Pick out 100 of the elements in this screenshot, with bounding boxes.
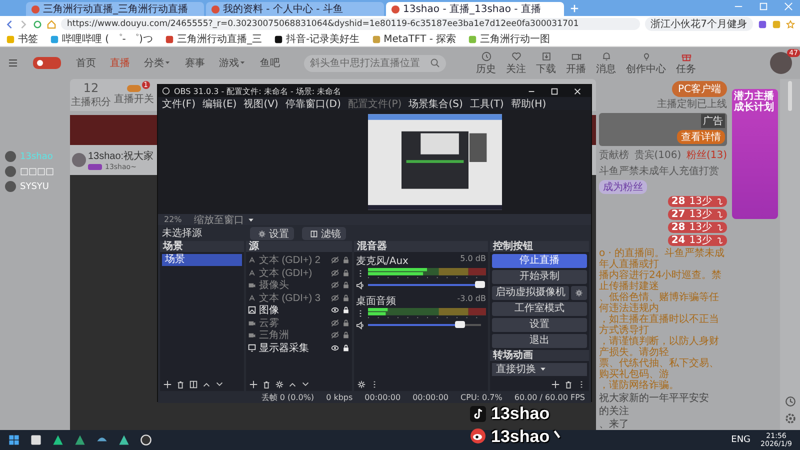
- bookmark[interactable]: MetaTFT - 探索: [372, 32, 456, 46]
- app-icon[interactable]: [30, 434, 42, 446]
- promo-banner[interactable]: 潜力主播成长计划: [732, 89, 778, 219]
- star-icon[interactable]: [786, 20, 795, 28]
- source-item[interactable]: 文本 (GDI+) 2: [248, 254, 350, 266]
- menu-icon[interactable]: [8, 58, 18, 68]
- eye-hidden-icon[interactable]: [331, 256, 339, 264]
- control-button[interactable]: 启动虚拟摄像机: [492, 286, 569, 300]
- bookmark[interactable]: 书签: [6, 32, 38, 46]
- control-button[interactable]: 工作室模式: [492, 302, 587, 316]
- zoom-mode-dropdown[interactable]: 缩放至窗口: [194, 212, 258, 226]
- nav-link[interactable]: 鱼吧: [260, 56, 280, 70]
- obs-app-icon[interactable]: [140, 434, 152, 446]
- lock-icon[interactable]: [342, 306, 350, 314]
- source-item[interactable]: 云雾: [248, 316, 350, 329]
- eye-icon[interactable]: [331, 306, 339, 314]
- lock-icon[interactable]: [342, 344, 350, 352]
- up-icon[interactable]: [202, 380, 211, 389]
- header-link[interactable]: 下载: [536, 50, 556, 76]
- nav-link[interactable]: 游戏: [219, 56, 246, 70]
- header-link[interactable]: 消息: [596, 50, 616, 76]
- bookmark[interactable]: 三角洲行动直播_三: [164, 32, 262, 46]
- down-icon[interactable]: [215, 380, 224, 389]
- bookmark[interactable]: 三角洲行动一图: [468, 32, 550, 46]
- menu-item[interactable]: 工具(T): [470, 96, 504, 110]
- down-icon[interactable]: [301, 380, 310, 389]
- toggle-switch[interactable]: [127, 84, 141, 92]
- menu-item[interactable]: 编辑(E): [202, 96, 237, 110]
- eye-hidden-icon[interactable]: [331, 268, 339, 277]
- control-button[interactable]: 开始录制: [492, 270, 587, 284]
- maximize-icon[interactable]: [550, 86, 559, 96]
- header-link[interactable]: 开播: [566, 50, 586, 76]
- browser-tab[interactable]: 三角洲行动直播_三角洲行动直播: [26, 2, 204, 16]
- volume-slider-handle[interactable]: [475, 281, 485, 288]
- app-icon[interactable]: [74, 434, 86, 446]
- properties-button[interactable]: 设置: [250, 226, 294, 240]
- source-item[interactable]: 文本 (GDI+): [248, 266, 350, 279]
- language-indicator[interactable]: ENG: [731, 435, 751, 445]
- nav-link[interactable]: 首页: [76, 56, 96, 70]
- app-icon[interactable]: [52, 434, 64, 446]
- control-button[interactable]: 退出: [492, 334, 587, 348]
- eye-hidden-icon[interactable]: [331, 331, 339, 340]
- filter-icon[interactable]: [189, 380, 198, 389]
- eye-hidden-icon[interactable]: [331, 281, 339, 290]
- source-item[interactable]: 显示器采集: [248, 342, 350, 354]
- add-icon[interactable]: [551, 380, 560, 389]
- eye-hidden-icon[interactable]: [331, 294, 339, 302]
- header-link[interactable]: 历史: [476, 50, 496, 76]
- add-icon[interactable]: [163, 380, 172, 389]
- add-icon[interactable]: [249, 380, 258, 389]
- back-icon[interactable]: [5, 20, 14, 28]
- address-field[interactable]: https://www.douyu.com/2465555?_r=0.30230075068831064&dyshid=1e80119-6c35187ee3ba1e7d12ee0fa300031701: [61, 18, 640, 30]
- trash-icon[interactable]: [176, 380, 185, 389]
- bookmark[interactable]: 抖音-记录美好生: [274, 32, 360, 46]
- trash-icon[interactable]: [564, 380, 573, 389]
- search-icon[interactable]: [430, 58, 440, 68]
- close-icon[interactable]: [573, 86, 582, 96]
- speaker-icon[interactable]: [356, 280, 365, 290]
- reload-icon[interactable]: [33, 20, 42, 28]
- up-icon[interactable]: [288, 380, 297, 389]
- nav-link[interactable]: 分类: [144, 56, 171, 70]
- settings-button[interactable]: [571, 286, 587, 300]
- menu-item[interactable]: 停靠窗口(D): [285, 96, 341, 110]
- windows-start-icon[interactable]: [8, 434, 20, 446]
- menu-item[interactable]: 场景集合(S): [408, 96, 463, 110]
- source-item[interactable]: 图像: [248, 304, 350, 316]
- transition-dropdown[interactable]: 直接切换: [492, 363, 587, 376]
- scrollbar-thumb[interactable]: [787, 81, 793, 111]
- browser-tab[interactable]: 13shao - 直播_13shao - 直播: [386, 2, 564, 16]
- header-link[interactable]: 创作中心: [626, 50, 666, 76]
- clock-icon[interactable]: [784, 396, 796, 407]
- new-tab-icon[interactable]: [570, 4, 579, 13]
- browser-tab[interactable]: 我的资料 - 个人中心 - 斗鱼: [206, 2, 384, 16]
- bookmark[interactable]: 哔哩哔哩 ( ゜- ゜)つ: [50, 32, 153, 46]
- source-item[interactable]: 三角洲: [248, 329, 350, 342]
- app-icon[interactable]: [118, 434, 130, 446]
- header-link[interactable]: 关注: [506, 50, 526, 76]
- eye-hidden-icon[interactable]: [331, 318, 339, 327]
- ad-details-button[interactable]: 查看详情: [677, 130, 725, 144]
- source-item[interactable]: 文本 (GDI+) 3: [248, 292, 350, 304]
- pc-client-button[interactable]: PC客户端: [672, 81, 727, 97]
- rank-tab[interactable]: 贡献榜: [599, 148, 629, 162]
- eye-icon[interactable]: [331, 344, 339, 352]
- control-button[interactable]: 设置: [492, 318, 587, 332]
- speaker-icon[interactable]: [356, 320, 365, 330]
- control-button[interactable]: 停止直播: [492, 254, 587, 268]
- scene-item[interactable]: 场景: [162, 254, 242, 266]
- rank-tab[interactable]: 贵宾(106): [634, 148, 682, 162]
- news-ticker[interactable]: 浙江小伙花7个月健身: [644, 17, 753, 31]
- filters-button[interactable]: 滤镜: [302, 226, 346, 240]
- join-fans-button[interactable]: 成为粉丝: [599, 180, 647, 194]
- volume-slider-handle[interactable]: [454, 321, 465, 328]
- trash-icon[interactable]: [262, 380, 271, 389]
- ad-banner[interactable]: 广告 查看详情: [599, 113, 727, 146]
- menu-item[interactable]: 视图(V): [244, 96, 278, 110]
- source-item[interactable]: 摄像头: [248, 279, 350, 292]
- nav-link[interactable]: 赛事: [185, 56, 205, 70]
- menu-item[interactable]: 帮助(H): [510, 96, 546, 110]
- header-link[interactable]: 任务: [676, 50, 696, 76]
- search-field[interactable]: 斜头鱼中思打法直播位置: [304, 54, 446, 72]
